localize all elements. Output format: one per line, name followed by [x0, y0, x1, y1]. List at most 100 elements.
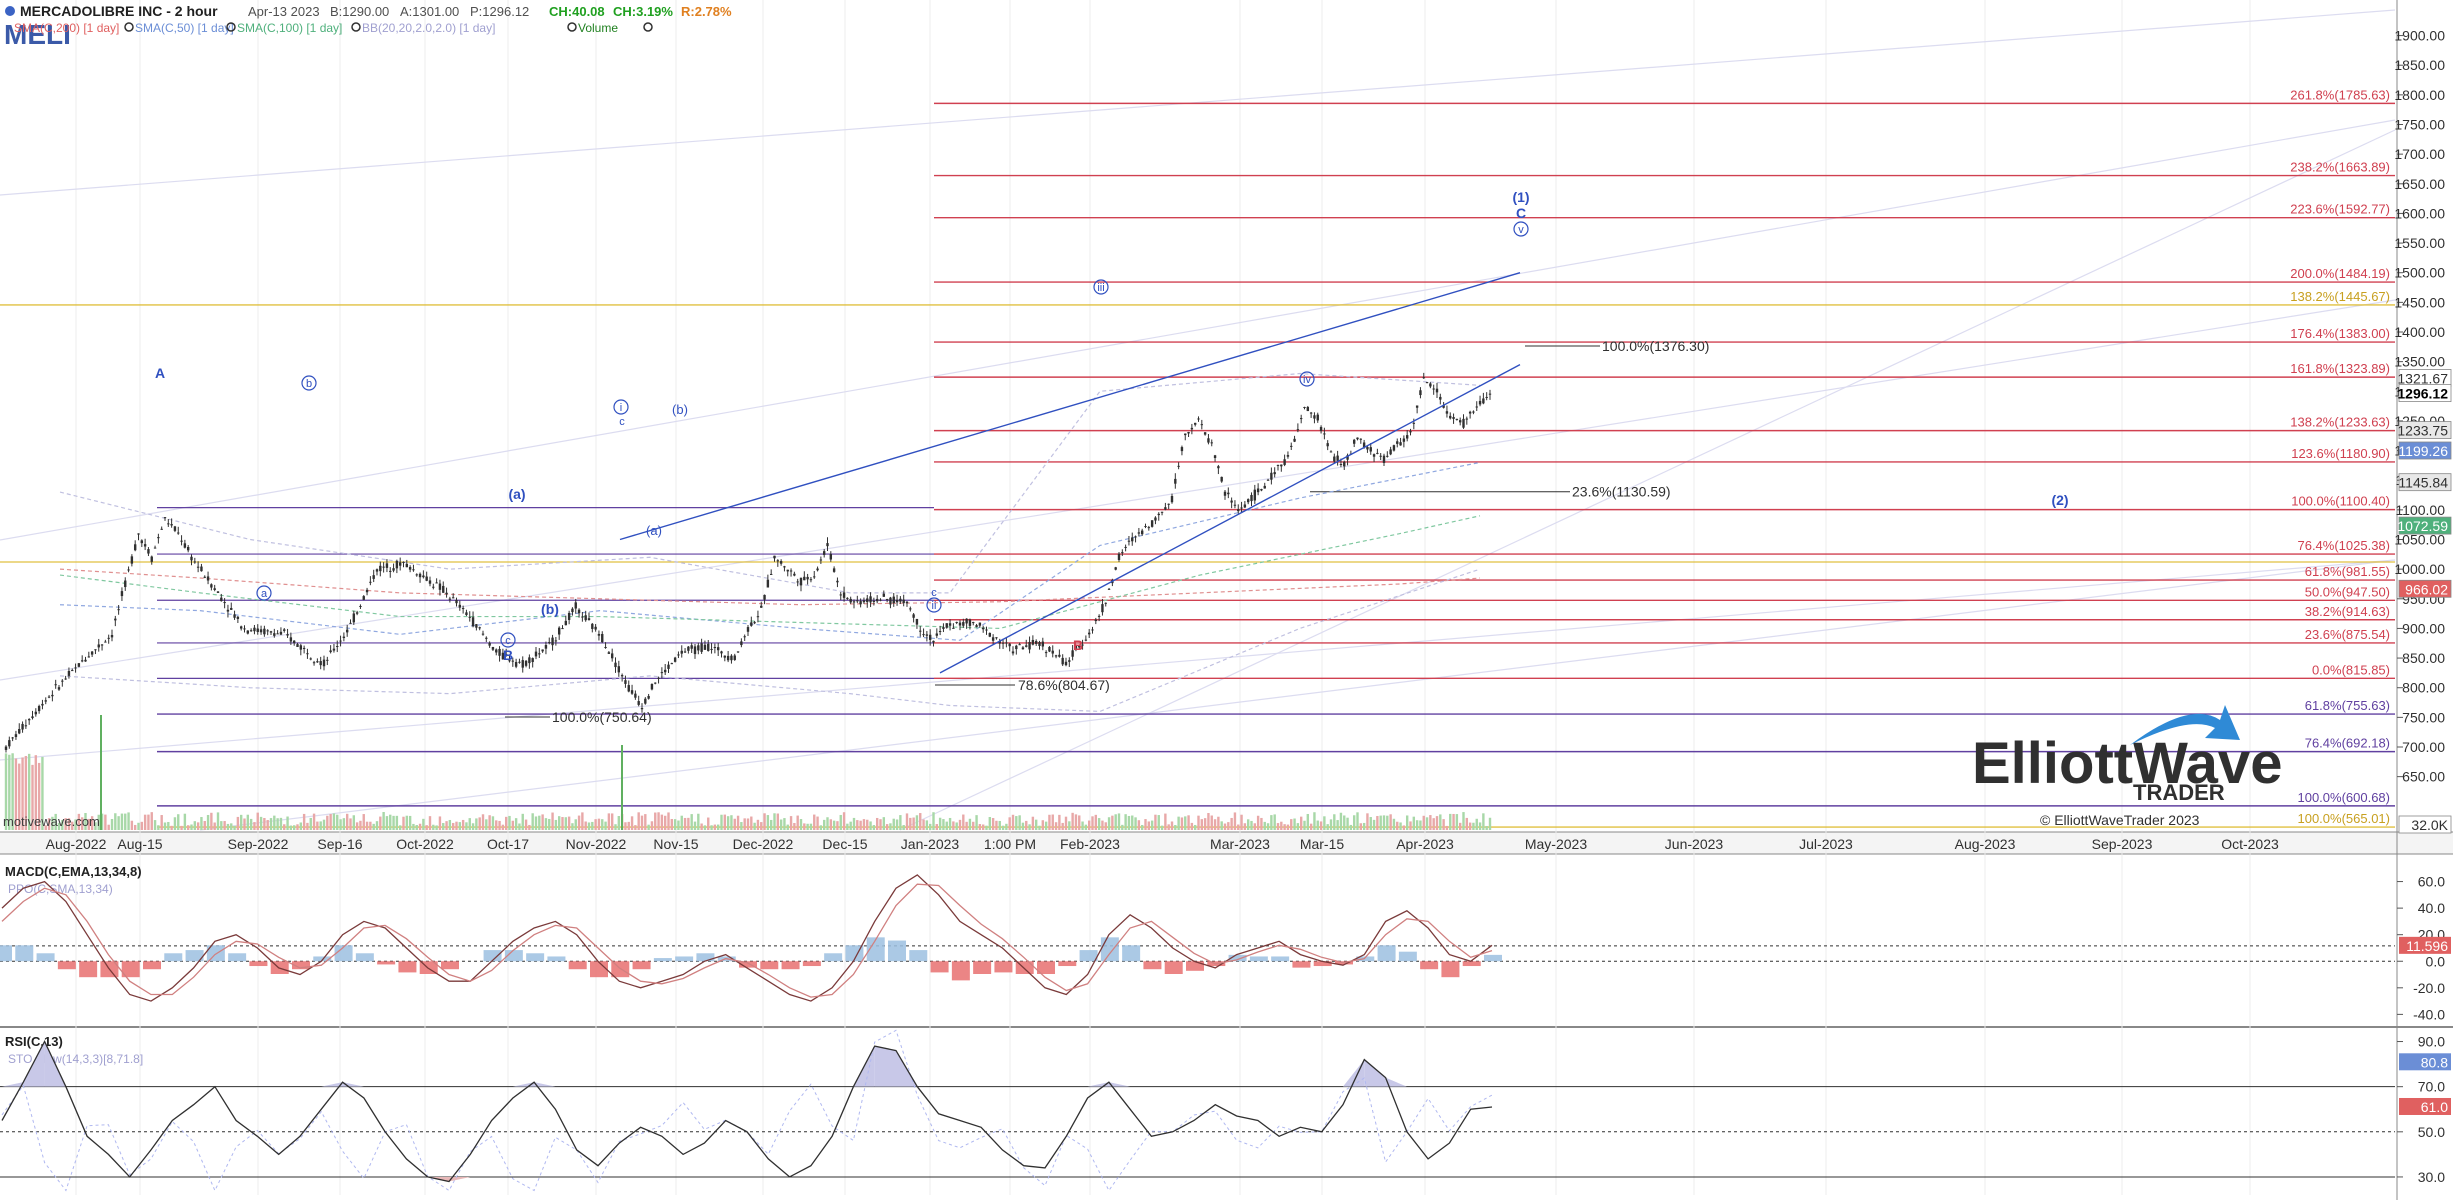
volume-bar: [803, 823, 806, 830]
candle-body: [1243, 504, 1247, 508]
candle-body: [796, 581, 799, 583]
fib-label-red: 50.0%(947.50): [2305, 584, 2390, 599]
candle-body: [1121, 552, 1124, 554]
volume-bar: [1462, 812, 1465, 830]
volume-bar: [610, 813, 614, 830]
histogram-bar: [1186, 961, 1204, 971]
x-tick-label: Jan-2023: [901, 836, 960, 852]
volume-bar: [322, 819, 326, 830]
candle-body: [312, 662, 316, 664]
candle-body: [147, 549, 150, 554]
candle-body: [4, 746, 8, 750]
volume-bar: [680, 815, 683, 830]
candle-body: [988, 632, 992, 637]
volume-bar: [1263, 821, 1266, 830]
candle-body: [783, 566, 786, 568]
candle-body: [379, 565, 382, 572]
candle-body: [1422, 377, 1425, 379]
candle-body: [554, 640, 558, 642]
rsi-badge-label: 80.8: [2421, 1054, 2448, 1070]
candle-body: [349, 622, 352, 624]
volume-bar: [1323, 816, 1326, 830]
candle-body: [296, 644, 299, 647]
candle-body: [1061, 657, 1064, 665]
candle-body: [1064, 661, 1068, 666]
candle-body: [468, 616, 471, 618]
volume-bar: [336, 814, 339, 830]
candle-body: [925, 634, 929, 636]
histogram-bar: [1462, 961, 1481, 967]
candle-body: [210, 584, 213, 588]
indicator-label: SMA(C,50) [1 day]: [135, 21, 234, 35]
volume-bar: [882, 817, 886, 830]
histogram-bar: [355, 953, 374, 962]
candle-body: [905, 601, 909, 604]
y-tick-label: 30.0: [2418, 1169, 2445, 1185]
candle-body: [697, 645, 700, 651]
candle-body: [1316, 414, 1319, 421]
volume-bar: [309, 817, 312, 830]
candle-body: [402, 561, 405, 563]
header-bid: B:1290.00: [330, 4, 389, 19]
volume-bar: [571, 823, 574, 830]
candle-body: [80, 660, 84, 662]
volume-bar: [432, 824, 435, 830]
candle-body: [915, 619, 919, 625]
candle-body: [1233, 504, 1237, 506]
candle-body: [355, 612, 359, 614]
volume-bar: [627, 821, 630, 830]
volume-bar: [1005, 823, 1008, 830]
volume-bar: [1104, 822, 1107, 830]
volume-bar: [985, 825, 988, 830]
candle-body: [730, 655, 733, 661]
volume-bar: [153, 820, 157, 830]
candle-body: [995, 637, 998, 639]
candle-body: [498, 648, 501, 656]
chart-canvas[interactable]: Aug-2022 Aug-15 Sep-2022 Sep-16 Oct-2022 Oct-…: [0, 0, 2453, 1200]
volume-bar: [1366, 813, 1369, 830]
y-tick-label: 900.00: [2402, 620, 2445, 636]
candle-body: [1392, 445, 1396, 451]
volume-bar: [1167, 824, 1170, 830]
histogram-bar: [249, 961, 268, 967]
volume-bar: [425, 825, 428, 830]
histogram-bar: [15, 945, 34, 962]
candle-body: [1210, 442, 1213, 444]
candle-body: [538, 653, 541, 655]
candle-body: [124, 580, 127, 588]
volume-bar: [660, 814, 664, 830]
candle-body: [190, 556, 193, 561]
histogram-bar: [1484, 954, 1502, 962]
histogram-bar: [653, 958, 672, 962]
volume-bar: [180, 825, 183, 830]
candle-body: [806, 576, 809, 580]
candle-body: [438, 583, 442, 590]
volume-bar: [1184, 816, 1187, 830]
candle-body: [577, 609, 581, 614]
candle-body: [34, 711, 38, 715]
local-fib-label: 23.6%(1130.59): [1572, 484, 1671, 500]
wave-label: (b): [672, 402, 688, 417]
candle-body: [673, 657, 677, 662]
x-tick-label: Nov-2022: [566, 836, 627, 852]
volume-bar: [1203, 818, 1207, 830]
x-tick-label: Dec-15: [822, 836, 867, 852]
candle-body: [1402, 438, 1406, 442]
candle-body: [167, 523, 170, 525]
candle-body: [991, 637, 995, 641]
candle-body: [928, 634, 932, 640]
candle-body: [1266, 479, 1270, 481]
volume-bar: [1293, 818, 1296, 830]
histogram-bar: [930, 961, 949, 973]
candle-body: [892, 596, 895, 604]
candle-body: [816, 568, 819, 571]
volume-bar: [471, 823, 475, 830]
wave-label: (1): [1512, 189, 1529, 205]
volume-bar: [1233, 812, 1237, 830]
candle-body: [1094, 619, 1098, 622]
candle-body: [862, 600, 866, 603]
histogram-bar: [973, 961, 992, 974]
volume-bar: [286, 816, 289, 830]
volume-bar: [1131, 815, 1134, 830]
candle-body: [1396, 441, 1399, 444]
